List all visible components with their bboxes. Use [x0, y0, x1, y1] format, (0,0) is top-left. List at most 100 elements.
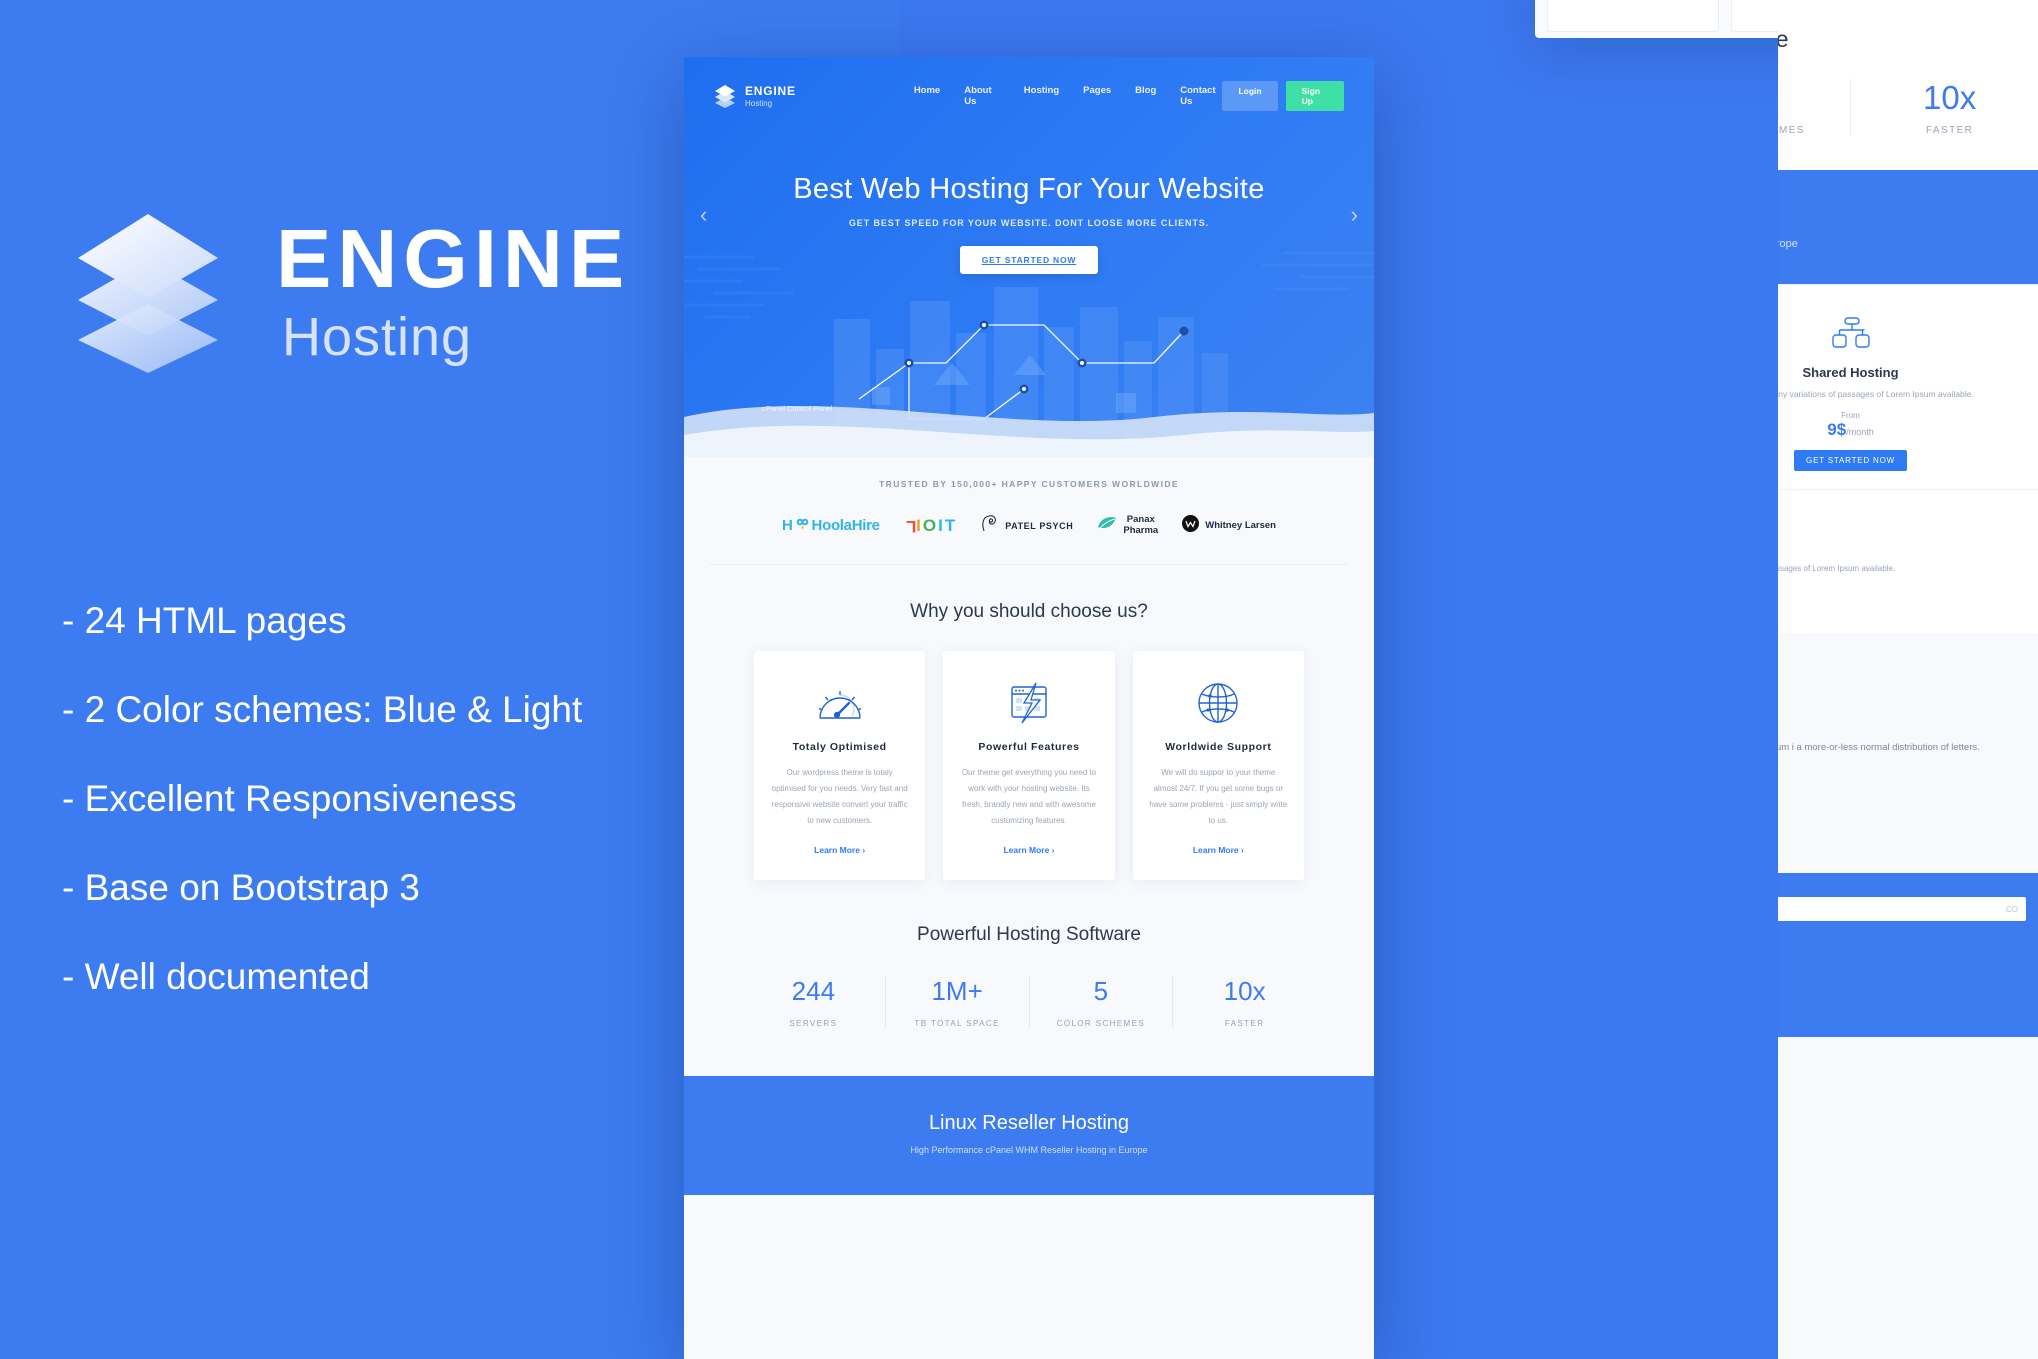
client-logo-label: Panax Pharma: [1123, 514, 1159, 536]
stat-value: 1M+: [931, 976, 983, 1006]
client-logo-hoolahire: H HoolaHire: [782, 517, 880, 535]
nav-item-hosting[interactable]: Hosting: [1024, 85, 1059, 107]
hero-subtitle: GET BEST SPEED FOR YOUR WEBSITE. DONT LO…: [848, 218, 1210, 228]
stat-value: 244: [791, 976, 836, 1006]
cpanel-illustration-label: cPanel Control Panel: [762, 404, 833, 413]
rp-mid-col-body: There are many variations of passages of…: [1778, 564, 1896, 574]
site-brand[interactable]: ENGINE Hosting: [714, 84, 796, 108]
rp-stat-label: COLOR SCHEMES: [1778, 125, 1805, 136]
speedometer-icon: [770, 677, 909, 729]
rp-stats-section: Powerful Hosting Software 244 SERVERS 1M…: [1778, 0, 2038, 170]
footer-link[interactable]: support@enginehosting: [1778, 990, 2026, 1000]
feature-cards: Totaly Optimised Our wordpress theme is …: [684, 623, 1374, 880]
client-logos: H HoolaHire LIOIT PATEL PSYCH Panax Phar…: [710, 489, 1348, 565]
promo-subtitle: Hosting: [282, 307, 473, 367]
rp-testimonial-body: ablished fact that a reader will be dist…: [1778, 741, 1980, 753]
domain-search-suffix: .CO: [2003, 904, 2018, 914]
rp-hero-heading: Linux Reseller Hosting: [1778, 200, 2038, 228]
brand-name: ENGINE: [745, 84, 796, 98]
stats-heading: Powerful Hosting Software: [917, 924, 1141, 945]
feature-card-powerful-features[interactable]: Powerful Features Our theme get everythi…: [943, 651, 1115, 880]
rp-stat-label: FASTER: [1925, 125, 1974, 136]
rp-plan-price: 9$: [1827, 420, 1847, 440]
learn-more-link[interactable]: Learn More ›: [1003, 845, 1054, 855]
learn-more-link[interactable]: Learn More ›: [814, 845, 865, 855]
client-logo-label: PATEL PSYCH: [1005, 520, 1074, 531]
stat-item-faster: 10x FASTER: [1173, 976, 1316, 1028]
learn-more-link[interactable]: Learn More ›: [1193, 845, 1244, 855]
stat-label: COLOR SCHEMES: [1056, 1019, 1146, 1028]
stat-value: 5: [1093, 976, 1109, 1006]
trusted-text: TRUSTED BY 150,000+ HAPPY CUSTOMERS WORL…: [879, 479, 1179, 489]
rp-plan-period: /month: [1846, 427, 1874, 438]
stat-value: 10x: [1223, 976, 1266, 1006]
main-website-mockup: ENGINE Hosting Home About Us Hosting Pag…: [684, 57, 1374, 1359]
lightning-browser-icon: [959, 677, 1098, 729]
feature-card-title: Powerful Features: [978, 741, 1080, 753]
trusted-section: TRUSTED BY 150,000+ HAPPY CUSTOMERS WORL…: [684, 457, 1374, 565]
stat-item-color-schemes: 5 COLOR SCHEMES: [1030, 976, 1174, 1028]
choose-heading: Why you should choose us?: [910, 601, 1148, 622]
nav-item-home[interactable]: Home: [914, 85, 940, 107]
ear-spiral-logo-icon: [981, 513, 999, 538]
login-button[interactable]: Login: [1222, 81, 1278, 111]
rp-testimonial-logo: LIOIT: [1778, 703, 2028, 726]
hero-cta-button[interactable]: GET STARTED NOW: [959, 246, 1099, 274]
rp-testimonial-role: Manager at Tioit: [1778, 830, 2028, 839]
circle-w-logo-icon: [1182, 514, 1200, 537]
rp-plan-cta-button[interactable]: GET STARTED NOW: [1794, 450, 1907, 472]
rp-stat-value: 5: [1778, 79, 1850, 117]
nav-item-pages[interactable]: Pages: [1083, 85, 1111, 107]
mock-footer-section: Linux Reseller Hosting High Performance …: [684, 1076, 1374, 1195]
rp-plan-body: There are many variations of passages of…: [1778, 389, 1974, 399]
feature-card-totaly-optimised[interactable]: Totaly Optimised Our wordpress theme is …: [754, 651, 926, 880]
footer-column-contact: CONTACT US +123-333-123 support@engineho…: [1778, 951, 2026, 1007]
stacked-layers-logo-icon: [714, 84, 736, 108]
nav-item-blog[interactable]: Blog: [1135, 85, 1156, 107]
rp-testimonial-section: “ LIOIT ablished fact that a reader will…: [1778, 632, 2038, 874]
feature-card-title: Totaly Optimised: [792, 741, 887, 753]
rp-hero-sub: High Performance cPanel WHM Reseller Hos…: [1778, 238, 1798, 250]
client-logo-panax-pharma: Panax Pharma: [1097, 514, 1159, 536]
rp-testimonial-name: Oliver Mitchell: [1778, 816, 2028, 827]
stats-row: 244 SERVERS 1M+ TB TOTAL SPACE 5 COLOR S…: [684, 976, 1374, 1028]
rp-stats-heading: Powerful Hosting Software: [1778, 26, 1789, 52]
rp-mid-right: Market Performance There are many variat…: [1778, 516, 2034, 607]
rp-plan-from: From: [1841, 411, 1860, 421]
client-logo-label: HoolaHire: [811, 517, 880, 534]
signup-button[interactable]: Sign Up: [1285, 81, 1344, 111]
feature-card-body: Our wordpress theme is totaly optimised …: [771, 768, 908, 825]
rp-mid-section: HOSTING? of the printing and available, …: [1778, 490, 2038, 633]
brand-tagline: Hosting: [745, 99, 773, 108]
client-logo-label: Whitney Larsen: [1205, 520, 1276, 531]
nav-links: Home About Us Hosting Pages Blog Contact…: [914, 85, 1223, 107]
city-illustration: [684, 287, 1374, 457]
promo-title: ENGINE: [276, 212, 631, 305]
client-logo-patel-psych: PATEL PSYCH: [981, 513, 1073, 538]
footer-link[interactable]: +123-333-123: [1778, 973, 2026, 983]
rp-footer-section: Domain Name .CO SUPPORT FAQ Contact Us C…: [1778, 873, 2038, 1038]
rp-stat-item: 10x FASTER: [1851, 79, 2038, 136]
choose-section: Why you should choose us? Totaly Optimis…: [684, 565, 1374, 880]
stat-label: TB TOTAL SPACE: [914, 1019, 1000, 1028]
chevron-right-icon[interactable]: ›: [1351, 202, 1358, 228]
rp-hero-section: Linux Reseller Hosting High Performance …: [1778, 170, 2038, 284]
rp-stat-value: 10x: [1923, 79, 1977, 116]
client-logo-lioit: LIOIT: [903, 515, 958, 536]
hero-title: Best Web Hosting For Your Website: [793, 173, 1265, 205]
feature-card-body: Our theme get everything you need to wor…: [961, 768, 1097, 825]
hero-section: ENGINE Hosting Home About Us Hosting Pag…: [684, 57, 1374, 457]
nav-item-about-us[interactable]: About Us: [964, 85, 1000, 107]
owl-logo-icon: [796, 517, 809, 535]
nav-actions: Login Sign Up: [1222, 81, 1344, 111]
feature-card-worldwide-support[interactable]: Worldwide Support We will do suppor to y…: [1132, 651, 1304, 880]
site-navigation: ENGINE Hosting Home About Us Hosting Pag…: [684, 57, 1374, 111]
quote-icon: “: [1778, 673, 2028, 691]
nav-item-contact-us[interactable]: Contact Us: [1180, 85, 1222, 107]
rp-plan-card[interactable]: Shared Hosting There are many variations…: [1778, 284, 2038, 491]
domain-search-input[interactable]: Domain Name .CO: [1778, 897, 2026, 922]
leaf-logo-icon: [1097, 515, 1117, 536]
hero-text: Best Web Hosting For Your Website GET BE…: [684, 173, 1374, 274]
chevron-left-icon[interactable]: ‹: [700, 202, 707, 228]
shared-servers-icon: [1778, 307, 2030, 359]
